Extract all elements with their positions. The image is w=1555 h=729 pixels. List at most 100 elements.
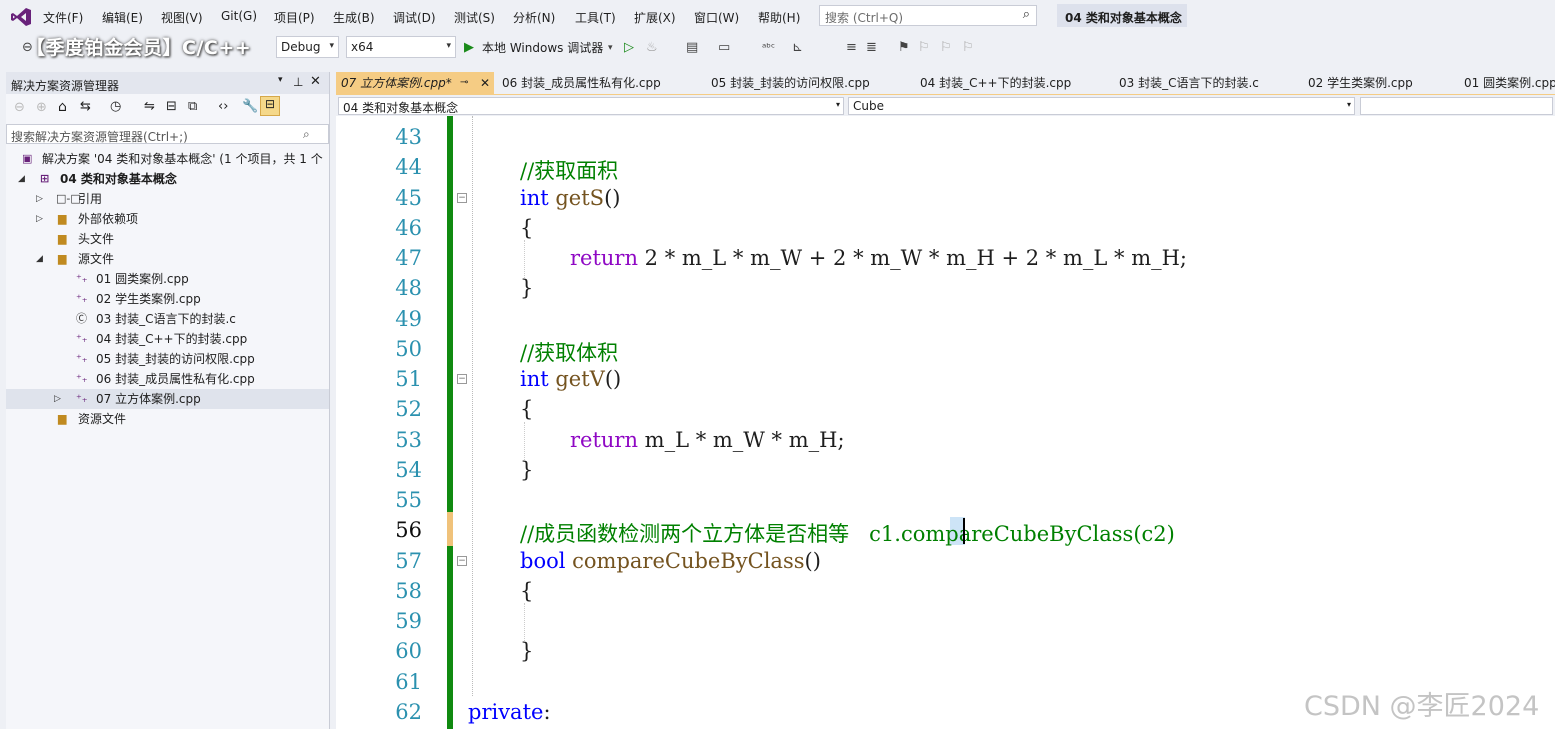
tab-file[interactable]: 01 圆类案例.cpp (1460, 72, 1555, 94)
filter-folder-icon: ▆ (58, 252, 67, 265)
pin-icon[interactable]: ⊸ (460, 72, 468, 94)
outdent-icon[interactable]: ≣ (866, 38, 877, 58)
tree-headers[interactable]: ▆ 头文件 (6, 229, 329, 249)
platform-dropdown[interactable]: x64 ▾ (346, 36, 456, 58)
menu-edit[interactable]: 编辑(E) (102, 9, 143, 26)
tree-external-deps[interactable]: ▷ ▆ 外部依赖项 (6, 209, 329, 229)
tab-file[interactable]: 02 学生类案例.cpp (1304, 72, 1456, 94)
back-icon[interactable]: ⊖ (14, 100, 25, 115)
tab-file[interactable]: 05 封装_封装的访问权限.cpp (707, 72, 912, 94)
menu-project[interactable]: 项目(P) (274, 9, 315, 26)
tree-project[interactable]: ◢ ⊞ 04 类和对象基本概念 (6, 169, 329, 189)
resources-label: 资源文件 (78, 412, 127, 426)
home-icon[interactable]: ⌂ (58, 99, 67, 115)
expanded-arrow-icon[interactable]: ◢ (36, 249, 43, 269)
keyword: return (570, 246, 638, 270)
spell-check-icon[interactable]: ᵃᵇᶜ (762, 38, 775, 58)
scope-dropdown[interactable]: 04 类和对象基本概念 ▾ (338, 97, 844, 115)
sync-icon[interactable]: ⇋ (144, 99, 155, 114)
show-all-icon[interactable]: ⧉ (188, 99, 197, 114)
line-number: 59 (395, 609, 422, 633)
menu-debug[interactable]: 调试(D) (393, 9, 436, 26)
history-icon[interactable]: ◷ (110, 99, 121, 114)
menu-git[interactable]: Git(G) (221, 9, 257, 23)
line-number: 51 (395, 367, 422, 391)
tree-file[interactable]: ⁺₊ 05 封装_封装的访问权限.cpp (6, 349, 329, 369)
tree-references[interactable]: ▷ □-□ 引用 (6, 189, 329, 209)
preview-icon[interactable]: ⊟ (260, 96, 280, 116)
tree-file[interactable]: ⁺₊ 04 封装_C++下的封装.cpp (6, 329, 329, 349)
bookmark-icon[interactable]: ⚑ (898, 38, 910, 58)
line-number: 44 (395, 155, 422, 179)
tree-resources[interactable]: ▆ 资源文件 (6, 409, 329, 429)
tree-solution[interactable]: ▣ 解决方案 '04 类和对象基本概念' (1 个项目，共 1 个 (6, 149, 329, 169)
expanded-arrow-icon[interactable]: ◢ (18, 169, 25, 189)
step-icon[interactable]: ⊾ (792, 38, 803, 58)
tab-file[interactable]: 03 封装_C语言下的封装.c (1115, 72, 1300, 94)
member-dropdown[interactable]: Cube ▾ (848, 97, 1355, 115)
chevron-down-icon[interactable]: ▾ (608, 38, 613, 58)
bookmark-prev-icon[interactable]: ⚐ (918, 38, 930, 58)
cpp-file-icon: ⁺₊ (76, 292, 88, 305)
code-line: return m_L * m_W * m_H; (570, 428, 845, 452)
file-label: 07 立方体案例.cpp (96, 392, 201, 406)
cpp-file-icon: ⁺₊ (76, 372, 88, 385)
collapsed-arrow-icon[interactable]: ▷ (36, 209, 43, 229)
collapse-icon[interactable]: − (457, 556, 467, 566)
search-input[interactable]: 搜索 (Ctrl+Q) ⌕ (819, 5, 1037, 26)
collapsed-arrow-icon[interactable]: ▷ (36, 189, 43, 209)
tree-sources[interactable]: ◢ ▆ 源文件 (6, 249, 329, 269)
config-dropdown[interactable]: Debug ▾ (276, 36, 339, 58)
code-icon[interactable]: ‹› (218, 99, 228, 114)
tree-file[interactable]: ⁺₊ 01 圆类案例.cpp (6, 269, 329, 289)
indent-icon[interactable]: ≡ (846, 38, 857, 58)
layout-icon[interactable]: ▭ (718, 38, 730, 58)
close-icon[interactable]: ✕ (310, 74, 321, 89)
pin-icon[interactable]: ⊥ (293, 75, 303, 89)
line-number: 62 (395, 700, 422, 724)
close-icon[interactable]: ✕ (480, 72, 490, 94)
collapse-icon[interactable]: ⊟ (166, 99, 177, 114)
line-number: 60 (395, 639, 422, 663)
cpp-file-icon: ⁺₊ (76, 272, 88, 285)
tree-file[interactable]: ⁺₊ 06 封装_成员属性私有化.cpp (6, 369, 329, 389)
chevron-down-icon[interactable]: ▾ (278, 75, 283, 85)
project-icon: ⊞ (40, 172, 50, 185)
hot-reload-icon[interactable]: ♨ (646, 38, 658, 58)
menu-extensions[interactable]: 扩展(X) (634, 9, 676, 26)
code-editor[interactable] (336, 116, 1555, 729)
line-number: 48 (395, 276, 422, 300)
menu-help[interactable]: 帮助(H) (758, 9, 800, 26)
collapse-icon[interactable]: − (457, 193, 467, 203)
menu-file[interactable]: 文件(F) (43, 9, 83, 26)
solution-search-input[interactable]: 搜索解决方案资源管理器(Ctrl+;) ⌕ (6, 124, 329, 144)
solution-badge-label: 04 类和对象基本概念 (1065, 11, 1182, 25)
function-dropdown[interactable] (1360, 97, 1553, 115)
menu-tools[interactable]: 工具(T) (575, 9, 616, 26)
tree-file-selected[interactable]: ▷ ⁺₊ 07 立方体案例.cpp (6, 389, 329, 409)
menu-build[interactable]: 生成(B) (333, 9, 375, 26)
menu-test[interactable]: 测试(S) (454, 9, 495, 26)
switch-view-icon[interactable]: ⇆ (80, 99, 91, 114)
menu-analyze[interactable]: 分析(N) (513, 9, 555, 26)
tree-file[interactable]: ⁺₊ 02 学生类案例.cpp (6, 289, 329, 309)
member-value: Cube (853, 99, 884, 113)
bookmark-next-icon[interactable]: ⚐ (940, 38, 952, 58)
run-debugger-button[interactable]: 本地 Windows 调试器 (482, 38, 603, 58)
wrench-icon[interactable]: 🔧 (242, 99, 258, 114)
tab-label: 06 封装_成员属性私有化.cpp (502, 76, 661, 90)
tree-file[interactable]: Ⓒ 03 封装_C语言下的封装.c (6, 309, 329, 329)
collapse-icon[interactable]: − (457, 374, 467, 384)
play-icon[interactable]: ▶ (464, 38, 474, 58)
collapsed-arrow-icon[interactable]: ▷ (54, 389, 61, 409)
tab-file[interactable]: 04 封装_C++下的封装.cpp (916, 72, 1111, 94)
forward-icon[interactable]: ⊕ (36, 100, 47, 115)
start-without-debug-icon[interactable]: ▷ (624, 38, 634, 58)
solution-explorer-title: 解决方案资源管理器 (11, 79, 120, 93)
folder-icon[interactable]: ▤ (686, 38, 698, 58)
tab-cube[interactable]: 07 立方体案例.cpp* ⊸ ✕ (336, 72, 494, 94)
bookmark-clear-icon[interactable]: ⚐ (962, 38, 974, 58)
tab-file[interactable]: 06 封装_成员属性私有化.cpp (498, 72, 703, 94)
menu-window[interactable]: 窗口(W) (694, 9, 739, 26)
menu-view[interactable]: 视图(V) (161, 9, 203, 26)
